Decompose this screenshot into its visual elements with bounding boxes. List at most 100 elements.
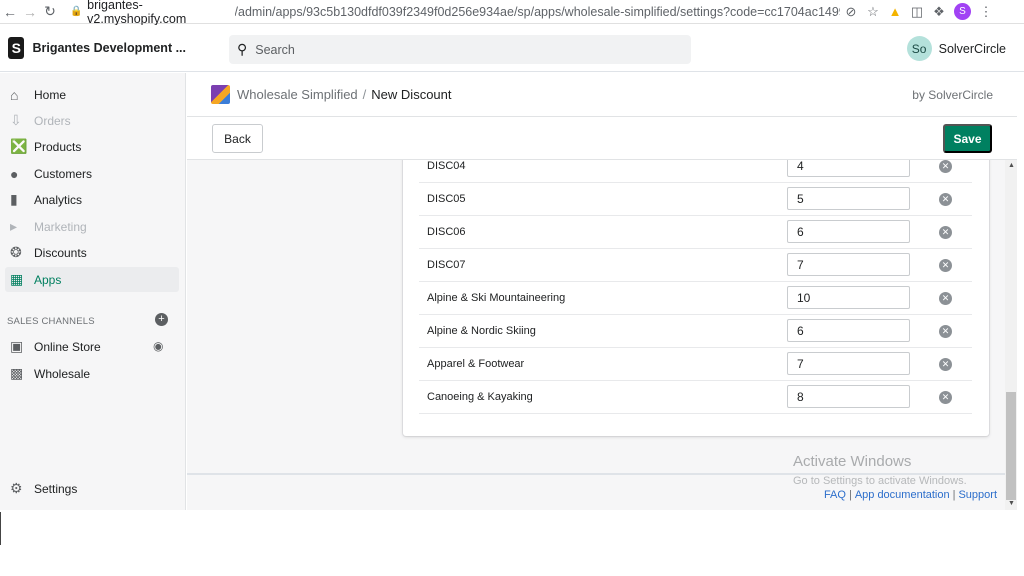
store-switcher[interactable]: S Brigantes Development ... [0, 37, 186, 59]
discount-name: Alpine & Nordic Skiing [427, 325, 536, 337]
page-background [0, 510, 1024, 576]
discount-name: Alpine & Ski Mountaineering [427, 292, 566, 304]
screen: ← → ↻ 🔒 brigantes-v2.myshopify.com /admi… [0, 0, 1024, 576]
orders-icon: ⇩ [10, 112, 22, 128]
sidebar-item-label: Wholesale [34, 366, 91, 381]
discount-card: DISC04 4 ✕ DISC05 5 ✕ DISC06 6 ✕ DISC07 … [403, 160, 989, 436]
action-bar: Back Save [187, 117, 1017, 160]
eye-off-icon[interactable]: ⊘ [840, 4, 862, 20]
page-title: New Discount [371, 87, 452, 102]
home-icon: ⌂ [10, 86, 19, 103]
sidebar-item-label: Marketing [34, 219, 87, 234]
main-content: DISC04 4 ✕ DISC05 5 ✕ DISC06 6 ✕ DISC07 … [187, 160, 1005, 474]
discount-value-input[interactable]: 5 [787, 187, 910, 210]
remove-icon[interactable]: ✕ [939, 259, 952, 272]
user-menu[interactable]: So SolverCircle [906, 36, 1006, 61]
sidebar-item-settings[interactable]: ⚙ Settings [5, 476, 179, 501]
search-input[interactable]: ⚲ Search [229, 35, 691, 64]
discount-value-input[interactable]: 6 [787, 220, 910, 243]
app-byline: by SolverCircle [912, 87, 993, 102]
sidebar-item-label: Products [34, 139, 82, 154]
profile-avatar[interactable]: S [954, 3, 971, 20]
sidebar-item-label: Discounts [34, 245, 87, 260]
remove-icon[interactable]: ✕ [939, 391, 952, 404]
sidebar-item-apps[interactable]: ▦ Apps [5, 267, 179, 292]
sidebar-item-label: Orders [34, 113, 71, 128]
footer: Activate Windows Go to Settings to activ… [187, 453, 1005, 510]
discount-name: DISC05 [427, 193, 466, 205]
lock-icon: 🔒 [70, 6, 83, 17]
reload-icon[interactable]: ↻ [40, 3, 60, 20]
forward-arrow-icon[interactable]: → [20, 4, 40, 20]
app-header: Wholesale Simplified / New Discount by S… [187, 73, 1017, 117]
table-row: Alpine & Ski Mountaineering 10 ✕ [419, 282, 972, 315]
sidebar-item-label: Analytics [34, 192, 83, 207]
tag-icon: ❎ [10, 138, 28, 154]
scroll-thumb[interactable] [1006, 392, 1016, 500]
sidebar-item-discounts[interactable]: ❂ Discounts [5, 240, 179, 265]
sidebar-item-analytics[interactable]: ▮ Analytics [5, 187, 179, 212]
scroll-up-arrow-icon[interactable]: ▲ [1008, 162, 1015, 169]
app-documentation-link[interactable]: App documentation [855, 489, 950, 501]
discount-name: Canoeing & Kayaking [427, 391, 533, 403]
kebab-menu-icon[interactable]: ⋮ [975, 4, 997, 20]
discount-value-input[interactable]: 7 [787, 253, 910, 276]
megaphone-icon: ▸ [10, 218, 18, 234]
sidebar-item-label: Online Store [34, 339, 101, 354]
link-separator: | [848, 489, 852, 501]
discount-value-input[interactable]: 10 [787, 286, 910, 309]
apps-icon: ▦ [10, 271, 24, 287]
breadcrumb-app[interactable]: Wholesale Simplified [237, 87, 358, 102]
sidebar-item-orders: ⇩ Orders [5, 108, 179, 133]
discount-value-input[interactable]: 6 [787, 319, 910, 342]
back-arrow-icon[interactable]: ← [0, 4, 20, 20]
address-bar[interactable]: 🔒 brigantes-v2.myshopify.com /admin/apps… [70, 0, 840, 26]
remove-icon[interactable]: ✕ [939, 292, 952, 305]
user-name: SolverCircle [938, 41, 1006, 56]
back-button[interactable]: Back [212, 124, 263, 153]
discount-value-input[interactable]: 7 [787, 352, 910, 375]
remove-icon[interactable]: ✕ [939, 358, 952, 371]
discount-value-input[interactable]: 8 [787, 385, 910, 408]
wholesale-icon: ▩ [10, 365, 24, 381]
discount-icon: ❂ [10, 244, 22, 260]
sidebar-item-customers[interactable]: ● Customers [5, 161, 179, 186]
scrollbar[interactable]: ▲ ▼ [1005, 160, 1017, 510]
person-icon: ● [10, 165, 19, 182]
bar-chart-icon: ▮ [10, 191, 18, 207]
app-logo [211, 85, 230, 104]
save-button[interactable]: Save [943, 124, 992, 153]
browser-toolbar: ← → ↻ 🔒 brigantes-v2.myshopify.com /admi… [0, 0, 1024, 26]
remove-icon[interactable]: ✕ [939, 160, 952, 173]
scroll-down-arrow-icon[interactable]: ▼ [1008, 500, 1015, 507]
url-host: brigantes-v2.myshopify.com [87, 0, 187, 26]
sidebar-item-products[interactable]: ❎ Products [5, 134, 179, 159]
search-placeholder: Search [255, 42, 295, 57]
remove-icon[interactable]: ✕ [939, 325, 952, 338]
store-name: Brigantes Development ... [32, 41, 186, 55]
puzzle-icon[interactable]: ❖ [928, 4, 950, 20]
sidebar-item-home[interactable]: ⌂ Home [5, 82, 179, 107]
discount-value-input[interactable]: 4 [787, 160, 910, 177]
admin-topbar: S Brigantes Development ... ⚲ Search So … [0, 25, 1024, 72]
support-link[interactable]: Support [958, 489, 997, 501]
sidebar-item-label: Settings [34, 481, 78, 496]
sidebar-item-label: Home [34, 87, 67, 102]
table-row: Apparel & Footwear 7 ✕ [419, 348, 972, 381]
sidebar-item-marketing: ▸ Marketing [5, 214, 179, 239]
discount-name: DISC04 [427, 160, 466, 172]
eye-icon[interactable]: ◉ [153, 339, 163, 353]
avatar: So [906, 36, 932, 61]
link-separator: | [952, 489, 956, 501]
sidebar-item-wholesale[interactable]: ▩ Wholesale [5, 361, 179, 386]
faq-link[interactable]: FAQ [824, 489, 846, 501]
remove-icon[interactable]: ✕ [939, 193, 952, 206]
breadcrumb-separator: / [362, 87, 367, 102]
remove-icon[interactable]: ✕ [939, 226, 952, 239]
table-row: DISC04 4 ✕ [419, 160, 972, 183]
add-circle-icon[interactable]: + [155, 313, 168, 326]
sidebar-item-label: Apps [34, 272, 62, 287]
drive-icon[interactable]: ▲ [884, 4, 906, 19]
extension-icon[interactable]: ◫ [906, 4, 928, 20]
star-icon[interactable]: ☆ [862, 4, 884, 20]
